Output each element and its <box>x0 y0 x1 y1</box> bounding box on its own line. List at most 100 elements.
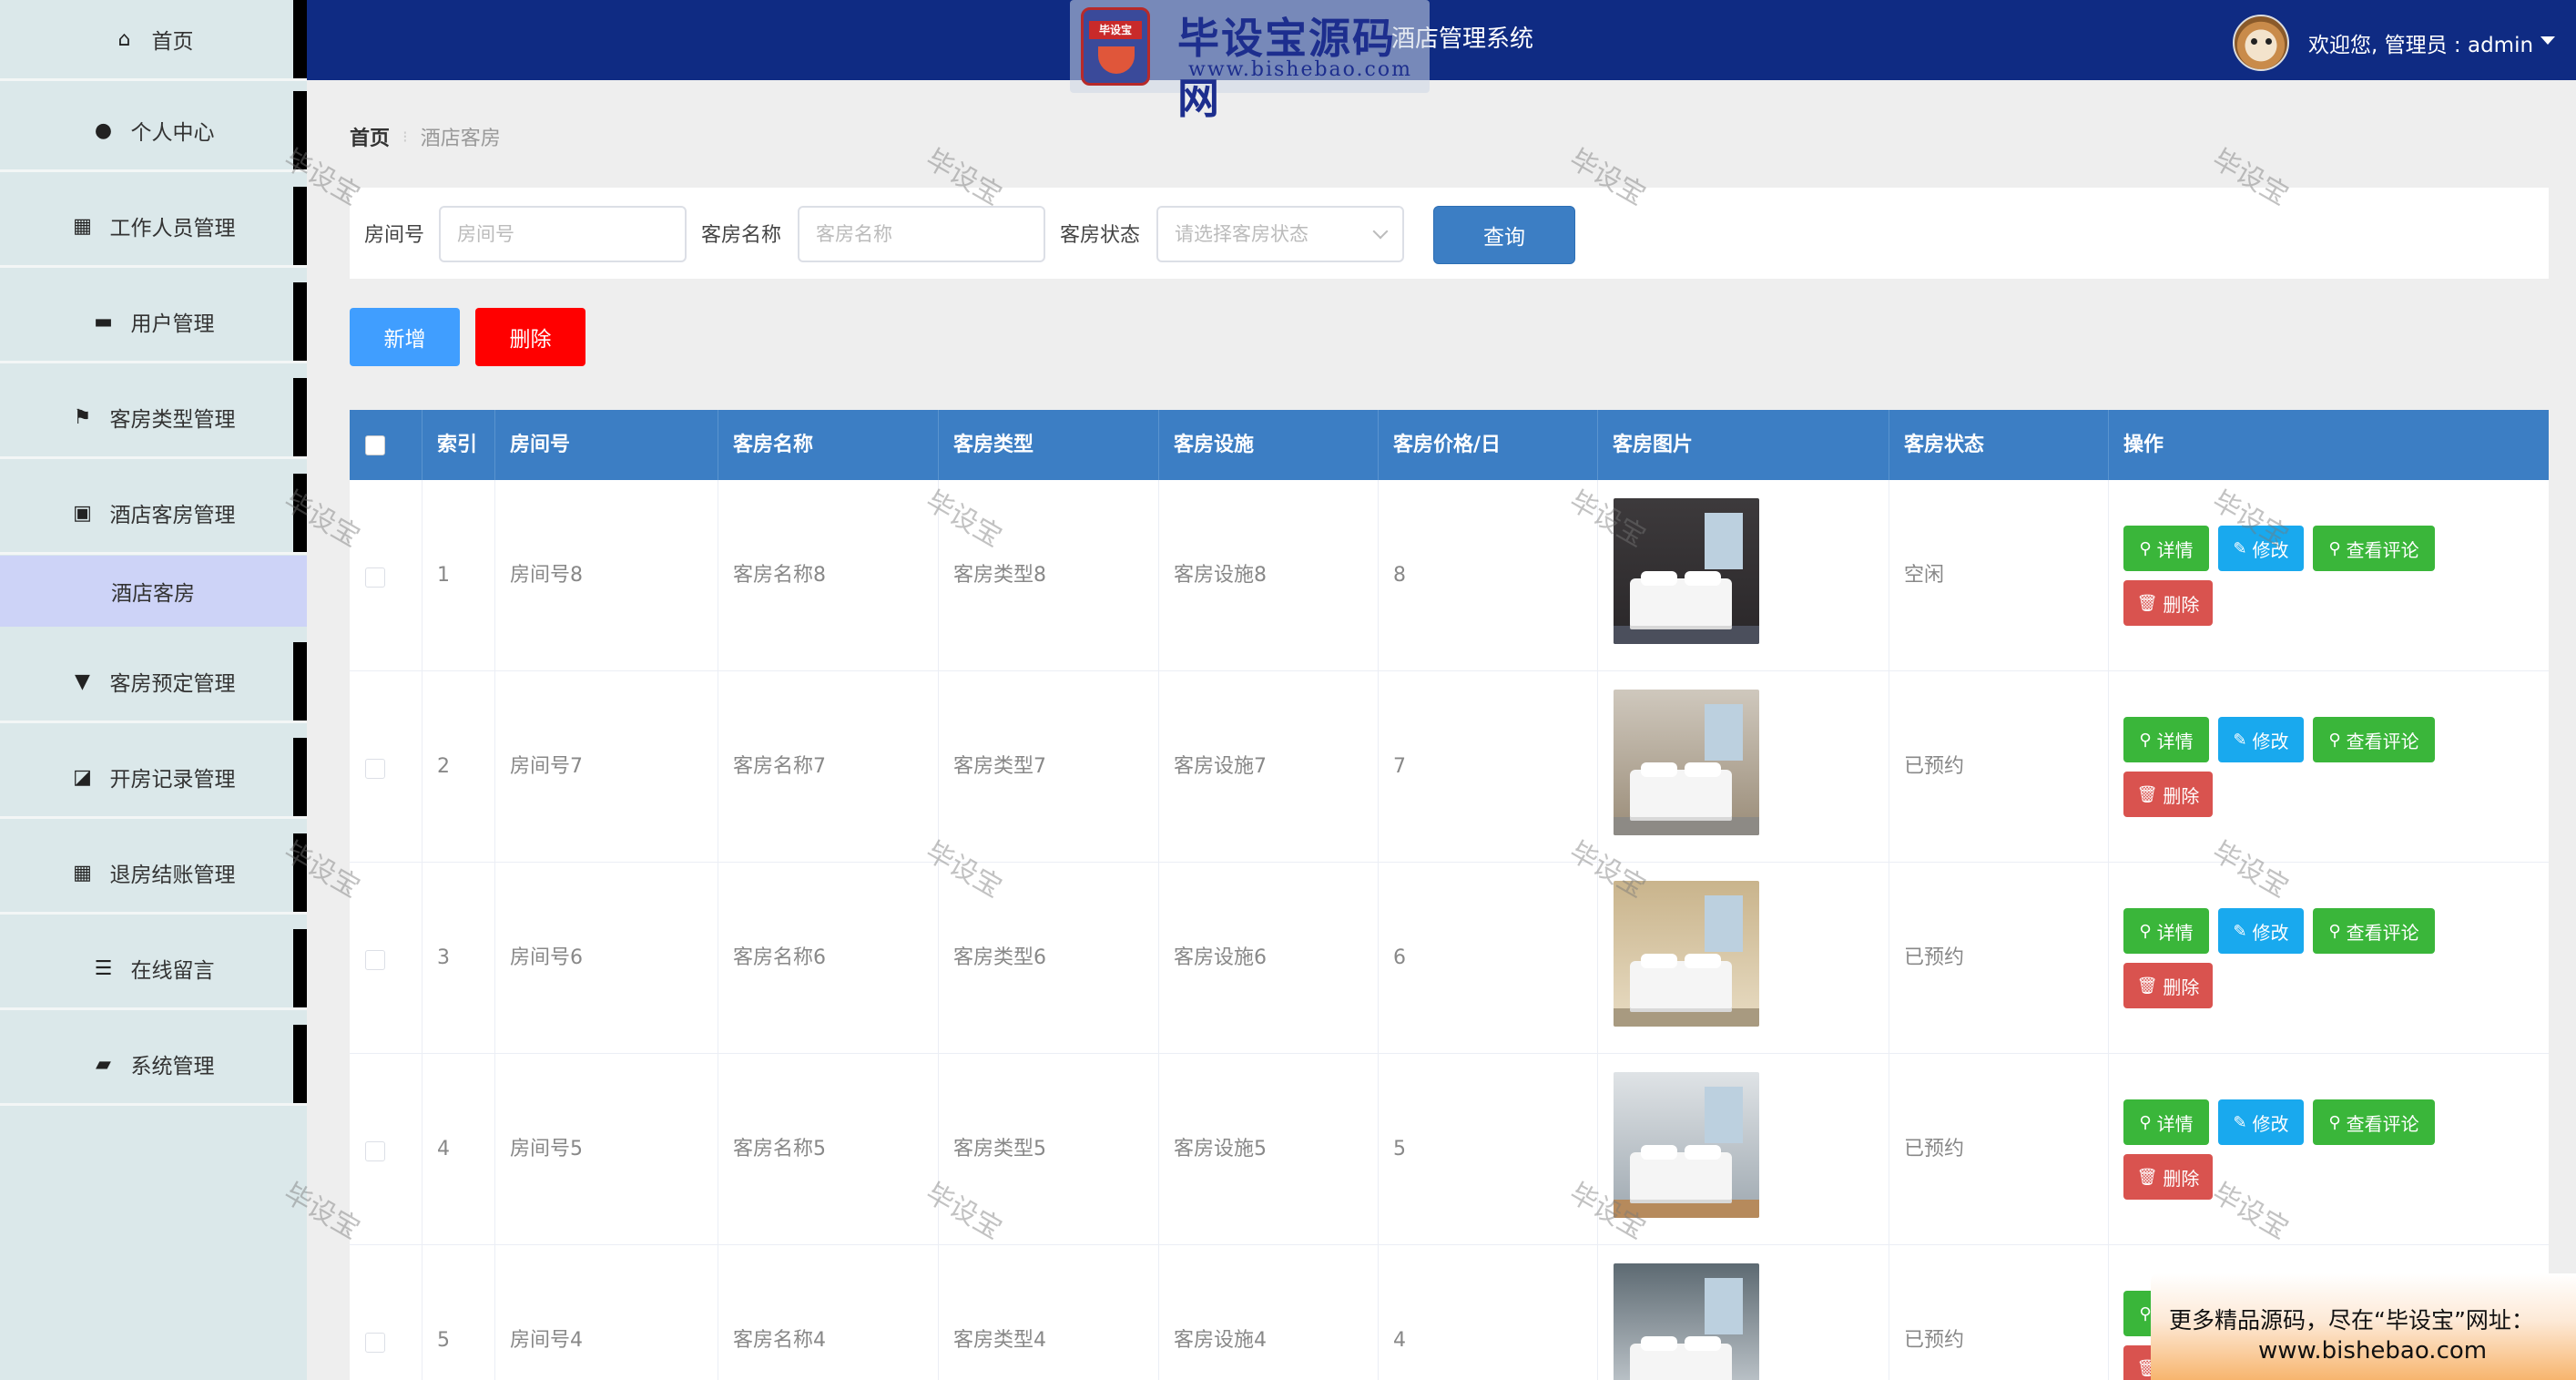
header-index: 索引 <box>423 410 495 480</box>
header-room-facility: 客房设施 <box>1159 410 1379 480</box>
cell-room-name: 客房名称7 <box>718 671 939 863</box>
row-checkbox[interactable] <box>365 1333 385 1353</box>
cell-room-facility: 客房设施4 <box>1159 1245 1379 1380</box>
room-name-input[interactable]: 客房名称 <box>798 206 1045 262</box>
room-photo[interactable] <box>1614 498 1759 644</box>
avatar[interactable] <box>2233 15 2289 71</box>
cell-room-no: 房间号8 <box>495 480 718 671</box>
sidebar-item-checkout[interactable]: ▦ 退房结账管理 <box>0 833 307 915</box>
cell-room-price: 6 <box>1379 863 1598 1054</box>
edit-button[interactable]: ✎修改 <box>2218 526 2304 571</box>
cell-select <box>350 1245 423 1380</box>
cell-select <box>350 863 423 1054</box>
view-reviews-button[interactable]: ⚲查看评论 <box>2313 717 2435 762</box>
cell-room-type: 客房类型7 <box>939 671 1159 863</box>
cell-index: 4 <box>423 1054 495 1245</box>
edit-button[interactable]: ✎修改 <box>2218 908 2304 954</box>
sidebar-item-hotel-rooms[interactable]: ▣ 酒店客房管理 <box>0 474 307 555</box>
add-button[interactable]: 新增 <box>350 308 460 366</box>
room-status-select[interactable]: 请选择客房状态 <box>1156 206 1404 262</box>
row-delete-button[interactable]: 🗑删除 <box>2123 772 2213 817</box>
promo-banner[interactable]: 更多精品源码，尽在“毕设宝”网址： www.bishebao.com <box>2151 1273 2576 1380</box>
edit-button-label: 修改 <box>2252 730 2289 752</box>
cell-room-name: 客房名称6 <box>718 863 939 1054</box>
row-checkbox[interactable] <box>365 1141 385 1161</box>
breadcrumb: 首页 ⁝ 酒店客房 <box>350 122 501 151</box>
row-delete-button[interactable]: 🗑删除 <box>2123 963 2213 1008</box>
sidebar-item-system[interactable]: ▰ 系统管理 <box>0 1025 307 1106</box>
cell-room-price: 7 <box>1379 671 1598 863</box>
cell-room-price: 5 <box>1379 1054 1598 1245</box>
sidebar-item-label: 用户管理 <box>130 312 215 336</box>
cell-room-status: 空闲 <box>1889 480 2109 671</box>
room-photo[interactable] <box>1614 690 1759 835</box>
cell-operations: ⚲详情✎修改⚲查看评论🗑删除 <box>2109 671 2549 863</box>
row-delete-button-label: 删除 <box>2163 593 2200 616</box>
cell-room-image <box>1598 1245 1889 1380</box>
sidebar-item-bookings[interactable]: ▼ 客房预定管理 <box>0 642 307 723</box>
sidebar-item-bar <box>293 187 307 265</box>
detail-button[interactable]: ⚲详情 <box>2123 717 2209 762</box>
sidebar-item-checkin-records[interactable]: ◪ 开房记录管理 <box>0 738 307 819</box>
watermark-logo: 毕设宝 毕设宝源码网 www.bishebao.com <box>1070 0 1430 123</box>
view-reviews-button[interactable]: ⚲查看评论 <box>2313 908 2435 954</box>
view-reviews-button[interactable]: ⚲查看评论 <box>2313 1099 2435 1145</box>
sidebar-item-staff[interactable]: ▦ 工作人员管理 <box>0 187 307 268</box>
room-photo[interactable] <box>1614 1263 1759 1380</box>
room-photo[interactable] <box>1614 1072 1759 1218</box>
grid-icon: ▦ <box>73 861 92 884</box>
view-reviews-button-label: 查看评论 <box>2346 730 2419 752</box>
chevron-down-icon[interactable] <box>2540 36 2555 45</box>
breadcrumb-home[interactable]: 首页 <box>350 122 390 151</box>
drawer-icon: ▬ <box>94 310 113 333</box>
rooms-table: 索引 房间号 客房名称 客房类型 客房设施 客房价格/日 客房图片 客房状态 操… <box>350 410 2549 1380</box>
cell-room-status: 已预约 <box>1889 863 2109 1054</box>
cell-room-image <box>1598 671 1889 863</box>
sidebar-item-personal[interactable]: ● 个人中心 <box>0 91 307 172</box>
room-photo[interactable] <box>1614 881 1759 1027</box>
cell-room-type: 客房类型4 <box>939 1245 1159 1380</box>
row-delete-button[interactable]: 🗑删除 <box>2123 580 2213 626</box>
pencil-icon: ✎ <box>2233 730 2247 750</box>
row-delete-button[interactable]: 🗑删除 <box>2123 1154 2213 1200</box>
welcome-text[interactable]: 欢迎您, 管理员 : admin <box>2308 27 2533 58</box>
sidebar-item-home[interactable]: ⌂ 首页 <box>0 0 307 81</box>
row-checkbox[interactable] <box>365 950 385 970</box>
sidebar-item-bar <box>293 282 307 361</box>
edit-button[interactable]: ✎修改 <box>2218 717 2304 762</box>
briefcase-icon: ▰ <box>96 1052 111 1076</box>
cell-index: 1 <box>423 480 495 671</box>
detail-button[interactable]: ⚲详情 <box>2123 1099 2209 1145</box>
chevron-down-icon <box>1372 223 1389 240</box>
cell-select <box>350 480 423 671</box>
header-room-image: 客房图片 <box>1598 410 1889 480</box>
header-room-status: 客房状态 <box>1889 410 2109 480</box>
cell-room-image <box>1598 480 1889 671</box>
query-button[interactable]: 查询 <box>1433 206 1575 264</box>
select-all-checkbox[interactable] <box>365 435 385 455</box>
search-panel: 房间号 房间号 客房名称 客房名称 客房状态 请选择客房状态 查询 <box>350 188 2549 279</box>
cell-room-no: 房间号7 <box>495 671 718 863</box>
logo-badge-text: 毕设宝 <box>1089 21 1142 39</box>
view-reviews-button[interactable]: ⚲查看评论 <box>2313 526 2435 571</box>
sidebar-item-users[interactable]: ▬ 用户管理 <box>0 282 307 363</box>
sidebar-subitem-hotel-room[interactable]: 酒店客房 <box>0 556 307 627</box>
row-delete-button-label: 删除 <box>2163 1167 2200 1190</box>
sidebar-item-label: 工作人员管理 <box>109 217 236 240</box>
row-checkbox[interactable] <box>365 567 385 588</box>
sidebar-item-room-types[interactable]: ⚑ 客房类型管理 <box>0 378 307 459</box>
row-checkbox[interactable] <box>365 759 385 779</box>
clipboard-icon: ▣ <box>73 501 92 525</box>
cell-index: 5 <box>423 1245 495 1380</box>
delete-button[interactable]: 删除 <box>475 308 585 366</box>
detail-button[interactable]: ⚲详情 <box>2123 908 2209 954</box>
room-no-input[interactable]: 房间号 <box>439 206 687 262</box>
edit-button[interactable]: ✎修改 <box>2218 1099 2304 1145</box>
sidebar-item-label: 开房记录管理 <box>109 768 236 792</box>
sidebar-item-bar <box>293 0 307 78</box>
header-room-no: 房间号 <box>495 410 718 480</box>
edit-button-label: 修改 <box>2252 921 2289 944</box>
detail-button[interactable]: ⚲详情 <box>2123 526 2209 571</box>
sidebar-item-messages[interactable]: ☰ 在线留言 <box>0 929 307 1010</box>
cell-room-status: 已预约 <box>1889 1054 2109 1245</box>
